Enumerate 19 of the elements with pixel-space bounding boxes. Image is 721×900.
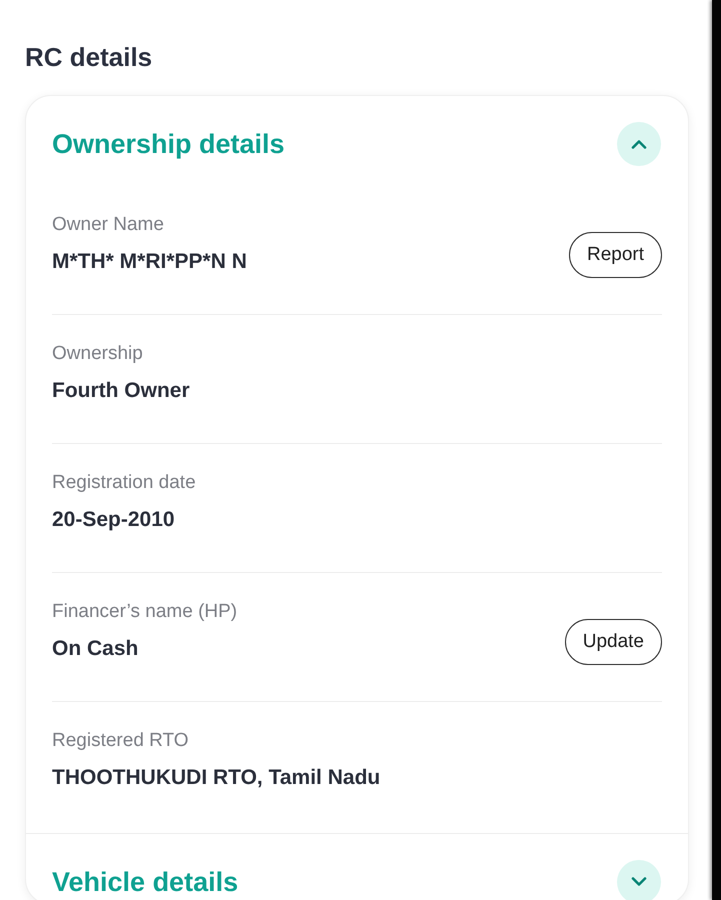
field-value: On Cash <box>52 636 140 662</box>
field-label: Owner Name <box>52 213 165 237</box>
expand-button[interactable] <box>617 860 661 900</box>
field-value: THOOTHUKUDI RTO, Tamil Nadu <box>52 765 380 791</box>
field-value: Fourth Owner <box>52 378 190 404</box>
section-title: Ownership details <box>52 128 285 161</box>
field-value: M*TH* M*RI*PP*N N <box>52 249 247 275</box>
chevron-down-icon <box>631 877 647 887</box>
section-title: Vehicle details <box>52 866 238 899</box>
collapse-button[interactable] <box>617 122 661 166</box>
field-label: Financer’s name (HP) <box>52 600 238 624</box>
field-label: Registration date <box>52 471 196 495</box>
action-button[interactable]: Update <box>564 619 662 665</box>
chevron-up-icon <box>631 139 647 149</box>
field-value: 20-Sep-2010 <box>52 507 176 533</box>
field-label: Registered RTO <box>52 729 190 753</box>
field-label: Ownership <box>52 342 144 366</box>
page-title: RC details <box>25 42 154 72</box>
action-button[interactable]: Report <box>568 232 662 278</box>
